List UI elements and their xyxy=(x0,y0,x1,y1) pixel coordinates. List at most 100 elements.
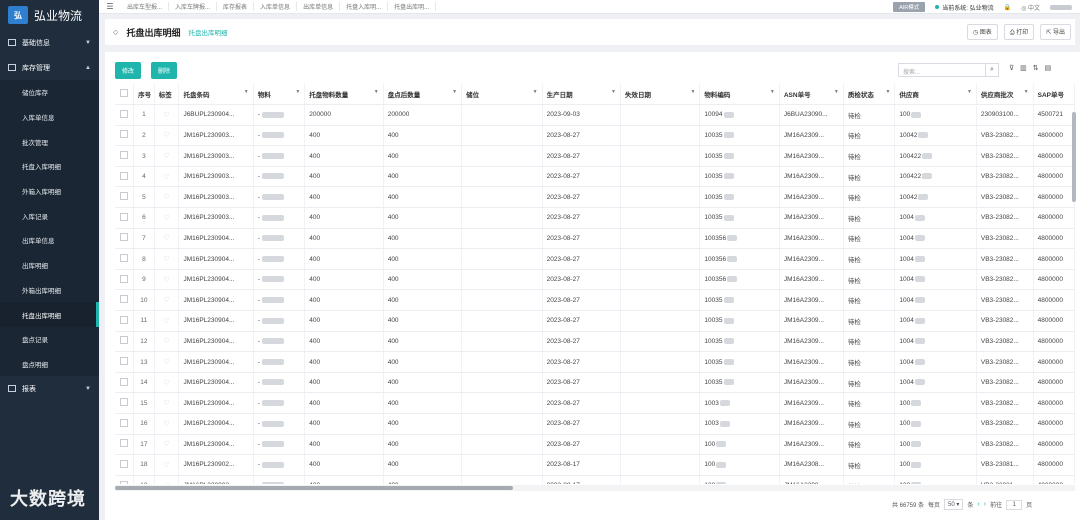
tag-icon[interactable]: ♡ xyxy=(154,434,180,456)
language-switch[interactable]: ◎ 中文 xyxy=(1021,3,1040,12)
row-checkbox[interactable] xyxy=(115,145,135,167)
tag-icon[interactable]: ♡ xyxy=(154,413,180,435)
select-all-checkbox[interactable] xyxy=(115,84,135,106)
column-header[interactable]: 供应商批次 ▼ xyxy=(976,84,1034,106)
sidebar-item-outbound-detail[interactable]: 出库明细 xyxy=(0,252,99,278)
stats-icon[interactable]: ▤ xyxy=(1045,64,1052,72)
sidebar-item-inbound-order[interactable]: 入库单信息 xyxy=(0,104,99,130)
menu-group-basic-info[interactable]: 基础信息 ▼ xyxy=(0,30,99,55)
table-row[interactable]: 7 ♡ JM16PL230904... -400 400 2023-08-27 100356… xyxy=(115,228,1075,250)
table-row[interactable]: 12 ♡ JM16PL230904... -400 400 2023-08-27 10035… xyxy=(115,331,1075,353)
row-checkbox[interactable] xyxy=(115,125,135,147)
sidebar-item-batch-mgmt[interactable]: 批次管理 xyxy=(0,129,99,155)
filter-icon[interactable]: ⊽ xyxy=(1009,64,1014,72)
tab-inbound-order[interactable]: 入库单信息 xyxy=(254,2,298,11)
tag-icon[interactable]: ♡ xyxy=(154,248,180,270)
table-row[interactable]: 4 ♡ JM16PL230903... -400 400 2023-08-27 10035 J… xyxy=(115,166,1075,188)
table-row[interactable]: 1 ♡ J6BUPL230904... -200000 200000 2023-09-03… xyxy=(115,104,1075,126)
row-checkbox[interactable] xyxy=(115,475,135,484)
sidebar-item-outbound-order[interactable]: 出库单信息 xyxy=(0,228,99,253)
row-checkbox[interactable] xyxy=(115,104,135,126)
sidebar-item-carton-outbound[interactable]: 外箱出库明细 xyxy=(0,277,99,303)
row-checkbox[interactable] xyxy=(115,454,135,476)
tag-icon[interactable]: ♡ xyxy=(154,454,180,476)
table-row[interactable]: 19♡JM16PL230902...-4004002023-08-17100JM… xyxy=(115,475,1075,484)
sidebar-item-stocktake-detail[interactable]: 盘点明细 xyxy=(0,351,99,377)
goto-page-input[interactable]: 1 xyxy=(1006,499,1023,510)
sidebar-item-stocktake-record[interactable]: 盘点记录 xyxy=(0,326,99,352)
column-header[interactable]: 托盘条码 ▼ xyxy=(178,84,254,106)
row-checkbox[interactable] xyxy=(115,331,135,353)
sidebar-item-pallet-outbound[interactable]: 托盘出库明细 xyxy=(0,302,99,327)
column-header[interactable]: ASN单号 ▼ xyxy=(779,84,844,106)
sort-caret-icon[interactable]: ▼ xyxy=(452,89,457,95)
sort-caret-icon[interactable]: ▼ xyxy=(295,89,300,95)
tag-icon[interactable]: ♡ xyxy=(154,125,180,147)
table-row[interactable]: 6 ♡ JM16PL230903... -400 400 2023-08-27 10035 J… xyxy=(115,207,1075,229)
search-icon[interactable]: ⌕ xyxy=(985,63,999,77)
scroll-thumb[interactable] xyxy=(115,486,513,490)
tag-icon[interactable]: ♡ xyxy=(154,269,180,291)
column-header[interactable]: 物料 ▼ xyxy=(253,84,306,106)
tag-icon[interactable]: ♡ xyxy=(154,166,180,188)
table-row[interactable]: 17 ♡ JM16PL230904... -400 400 2023-08-27 100 JM… xyxy=(115,434,1075,456)
app-logo[interactable]: 弘 弘业物流 xyxy=(0,0,99,30)
next-page-icon[interactable]: › xyxy=(984,501,986,508)
row-checkbox[interactable] xyxy=(115,310,135,332)
table-row[interactable]: 16 ♡ JM16PL230904... -400 400 2023-08-27 1003 J… xyxy=(115,413,1075,435)
tab-pallet-inbound[interactable]: 托盘入库明... xyxy=(340,2,389,11)
column-header[interactable]: 失效日期 ▼ xyxy=(620,84,701,106)
system-indicator[interactable]: 当前系统: 弘业物流 xyxy=(935,3,994,12)
table-row[interactable]: 15 ♡ JM16PL230904... -400 400 2023-08-27 1003 J… xyxy=(115,392,1075,414)
table-row[interactable]: 2 ♡ JM16PL230903... -400 400 2023-08-27 10035 J… xyxy=(115,125,1075,147)
lock-icon[interactable]: 🔒 xyxy=(1004,4,1011,11)
tag-icon[interactable]: ♡ xyxy=(154,310,180,332)
row-checkbox[interactable] xyxy=(115,372,135,394)
edit-button[interactable]: 修改 xyxy=(115,62,142,79)
sort-caret-icon[interactable]: ▼ xyxy=(374,89,379,95)
delete-button[interactable]: 删除 xyxy=(151,62,178,79)
column-header[interactable]: 盘点后数量 ▼ xyxy=(383,84,463,106)
table-row[interactable]: 18 ♡ JM16PL230902... -400 400 2023-08-17 100 JM… xyxy=(115,454,1075,476)
row-checkbox[interactable] xyxy=(115,434,135,456)
sidebar-item-inbound-record[interactable]: 入库记录 xyxy=(0,203,99,229)
sort-caret-icon[interactable]: ▼ xyxy=(1024,89,1029,95)
search-input[interactable]: 搜索... xyxy=(898,63,986,77)
refresh-icon[interactable]: ○ xyxy=(113,27,118,37)
sidebar-item-carton-inbound[interactable]: 外箱入库明细 xyxy=(0,178,99,204)
table-row[interactable]: 10 ♡ JM16PL230904... -400 400 2023-08-27 10035… xyxy=(115,289,1075,312)
user-avatar[interactable] xyxy=(1050,4,1072,10)
row-checkbox[interactable] xyxy=(115,166,135,188)
column-header[interactable]: 生产日期 ▼ xyxy=(542,84,621,106)
table-row[interactable]: 9 ♡ JM16PL230904... -400 400 2023-08-27 100356… xyxy=(115,269,1075,291)
sort-icon[interactable]: ⇅ xyxy=(1033,64,1039,72)
tab-outbound-vehicle[interactable]: 出库车型报... xyxy=(121,2,170,11)
sidebar-item-location-stock[interactable]: 储位库存 xyxy=(0,80,99,105)
column-header[interactable]: 物料编码 ▼ xyxy=(699,84,780,106)
column-header[interactable]: 质检状态 ▼ xyxy=(843,84,896,106)
table-row[interactable]: 11 ♡ JM16PL230904... -400 400 2023-08-27 10035… xyxy=(115,310,1075,332)
table-row[interactable]: 8 ♡ JM16PL230904... -400 400 2023-08-27 100356… xyxy=(115,248,1075,270)
row-checkbox[interactable] xyxy=(115,207,135,229)
row-checkbox[interactable] xyxy=(115,186,135,209)
horizontal-scrollbar[interactable] xyxy=(115,485,1075,491)
sort-caret-icon[interactable]: ▼ xyxy=(885,89,890,95)
prev-page-icon[interactable]: ‹ xyxy=(977,501,979,508)
row-checkbox[interactable] xyxy=(115,269,135,291)
column-header[interactable]: SAP单号 xyxy=(1033,84,1075,106)
row-checkbox[interactable] xyxy=(115,228,135,250)
tag-icon[interactable]: ♡ xyxy=(154,228,180,250)
tag-icon[interactable]: ♡ xyxy=(154,351,180,373)
table-row[interactable]: 14 ♡ JM16PL230904... -400 400 2023-08-27 10035… xyxy=(115,372,1075,394)
tag-icon[interactable]: ♡ xyxy=(154,186,180,209)
tag-icon[interactable]: ♡ xyxy=(154,289,180,312)
menu-group-reports[interactable]: 报表 ▼ xyxy=(0,376,99,401)
row-checkbox[interactable] xyxy=(115,413,135,435)
tag-icon[interactable]: ♡ xyxy=(154,104,180,126)
air-mode-button[interactable]: AIR模式 xyxy=(893,2,926,12)
tab-stock-report[interactable]: 库存报表 xyxy=(217,2,255,11)
tag-icon[interactable]: ♡ xyxy=(154,207,180,229)
column-header[interactable]: 托盘物料数量 ▼ xyxy=(304,84,384,106)
row-checkbox[interactable] xyxy=(115,351,135,373)
menu-icon[interactable]: ☰ xyxy=(99,2,121,11)
